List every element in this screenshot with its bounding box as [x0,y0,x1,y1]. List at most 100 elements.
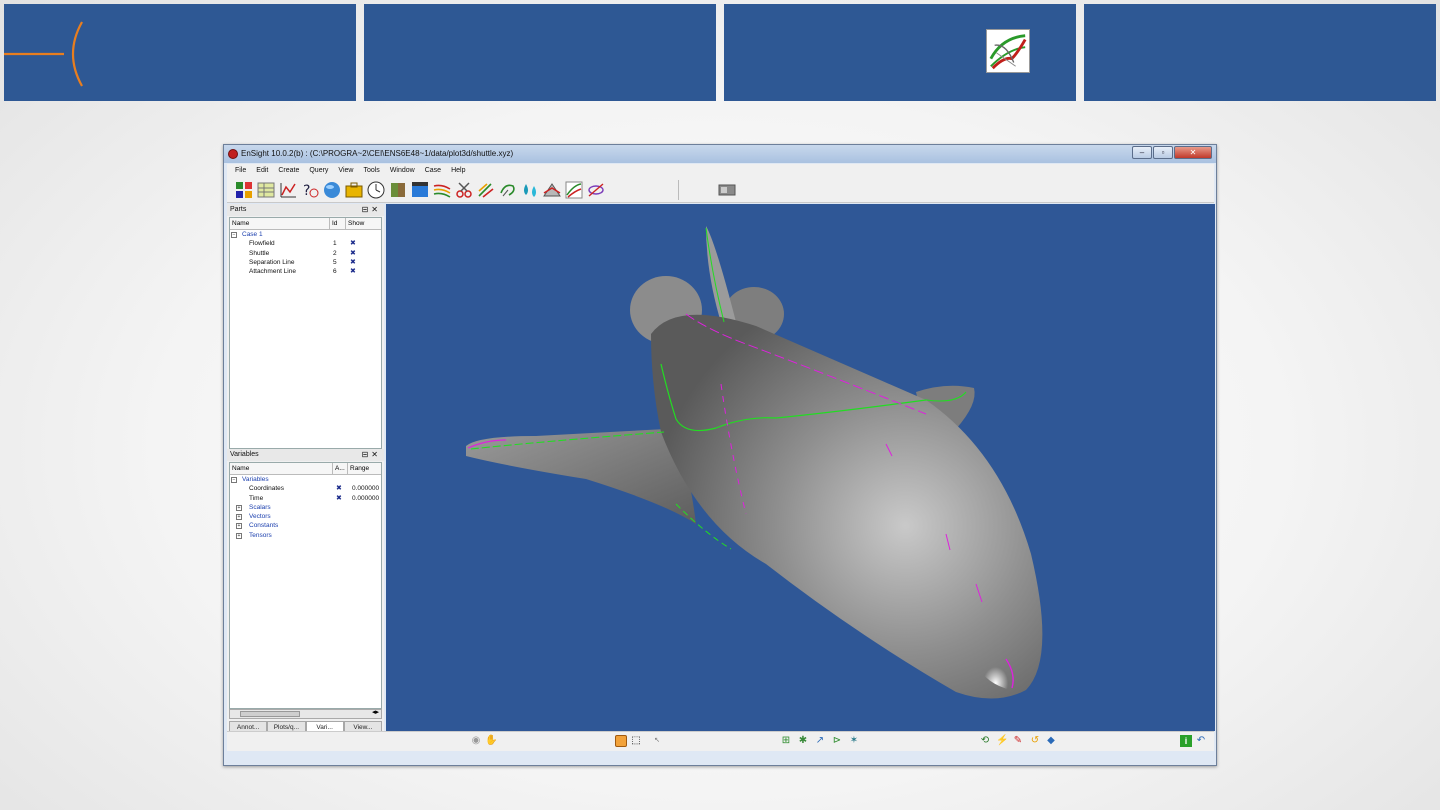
table-row[interactable]: Separation Line 5 ✖ [230,258,381,267]
book-icon[interactable] [388,180,408,200]
selection-tool-icon[interactable] [615,735,627,747]
light-icon[interactable]: ⚡ [996,735,1008,747]
visible-toggle-icon[interactable]: ✖ [350,249,356,258]
slide-header-band [4,4,1436,101]
parts-panel-title: Parts ⊟✕ [227,204,384,216]
variables-col-name[interactable]: Name [230,463,333,474]
particle-trace-icon[interactable] [564,180,584,200]
elevation-icon[interactable] [542,180,562,200]
parts-header-row: Name Id Show [230,218,381,230]
menu-view[interactable]: View [338,164,353,177]
axes-icon[interactable]: ✶ [848,735,860,747]
part-id: 1 [333,240,337,248]
tree-row-group[interactable]: + Vectors [230,512,381,521]
maximize-button[interactable]: ▫ [1153,146,1173,159]
parts-col-name[interactable]: Name [230,218,330,229]
menu-bar: File Edit Create Query View Tools Window… [227,164,1214,177]
table-icon[interactable] [256,180,276,200]
rotate-icon[interactable]: ✱ [797,735,809,747]
menu-file[interactable]: File [235,164,246,177]
toolbox-icon[interactable] [344,180,364,200]
sphere-icon[interactable] [322,180,342,200]
minimize-button[interactable]: – [1132,146,1152,159]
info-icon[interactable]: i [1180,735,1192,747]
droplets-icon[interactable] [520,180,540,200]
scroll-arrows-icon[interactable]: ◂▸ [372,708,379,716]
tree-row-group[interactable]: + Scalars [230,503,381,512]
clock-icon[interactable] [366,180,386,200]
zoom-box-icon[interactable]: ⊞ [780,735,792,747]
table-row[interactable]: Shuttle 2 ✖ [230,249,381,258]
toolbar-extra-icon[interactable] [717,180,737,200]
streamline-logo-icon [986,29,1030,73]
table-row[interactable]: Attachment Line 6 ✖ [230,267,381,276]
part-name: Attachment Line [249,268,296,276]
horizontal-scrollbar[interactable]: ◂▸ [229,709,382,719]
vector-arrows-icon[interactable] [476,180,496,200]
graphics-viewport[interactable] [386,204,1215,731]
expand-icon[interactable]: + [236,504,242,511]
parts-panel-buttons[interactable]: ⊟✕ [362,204,381,216]
isosurface-icon[interactable] [498,180,518,200]
variables-col-range[interactable]: Range [348,463,381,474]
menu-help[interactable]: Help [451,164,465,177]
cursor-icon[interactable]: ↖ [651,735,663,747]
parts-col-id[interactable]: Id [330,218,346,229]
table-row[interactable]: Flowfield 1 ✖ [230,239,381,248]
undo-view-icon[interactable]: ↺ [1029,735,1041,747]
record-icon[interactable]: ◉ [470,735,482,747]
tree-row-variables-root[interactable]: − Variables [230,475,381,484]
plot-icon[interactable] [278,180,298,200]
visible-toggle-icon[interactable]: ✖ [350,258,356,267]
table-row[interactable]: Coordinates ✖ 0.000000 [230,484,381,493]
translate-icon[interactable]: ↗ [814,735,826,747]
toolbar-separator [678,179,679,200]
shuttle-model-render[interactable] [386,204,1215,731]
view-reset-icon[interactable]: ⟲ [979,735,991,747]
window-title: EnSight 10.0.2(b) : (C:\PROGRA~2\CEI\ENS… [241,149,514,158]
menu-edit[interactable]: Edit [256,164,268,177]
menu-window[interactable]: Window [390,164,415,177]
menu-query[interactable]: Query [309,164,328,177]
part-id: 6 [333,268,337,276]
movie-icon[interactable] [410,180,430,200]
visible-toggle-icon[interactable]: ✖ [350,267,356,276]
parts-col-show[interactable]: Show [346,218,381,229]
probe-icon[interactable]: ✎ [1012,735,1024,747]
close-button[interactable]: ✕ [1174,146,1212,159]
part-name: Separation Line [249,258,295,266]
window-titlebar[interactable]: EnSight 10.0.2(b) : (C:\PROGRA~2\CEI\ENS… [224,145,1216,163]
hand-pan-icon[interactable]: ✋ [485,735,497,747]
menu-tools[interactable]: Tools [363,164,379,177]
variables-col-active[interactable]: A... [333,463,348,474]
menu-create[interactable]: Create [278,164,299,177]
active-toggle-icon[interactable]: ✖ [336,494,342,503]
expand-icon[interactable]: + [236,514,242,521]
streamline-icon[interactable] [432,180,452,200]
scrollbar-thumb[interactable] [240,711,300,717]
visible-toggle-icon[interactable]: ✖ [350,239,356,248]
scissors-icon[interactable] [454,180,474,200]
vortex-core-icon[interactable] [586,180,606,200]
undo-icon[interactable]: ↶ [1195,735,1207,747]
query-icon[interactable]: ? [300,180,320,200]
tree-row-group[interactable]: + Tensors [230,531,381,540]
flip-icon[interactable]: ⊳ [831,735,843,747]
active-toggle-icon[interactable]: ✖ [336,484,342,493]
group-label: Vectors [249,513,271,521]
expand-icon[interactable]: + [236,523,242,530]
tree-row-case[interactable]: − Case 1 [230,230,381,239]
variables-panel-buttons[interactable]: ⊟✕ [362,449,381,461]
header-segment-4 [1084,4,1436,101]
cube-view-icon[interactable]: ⬚ [630,735,642,747]
collapse-icon[interactable]: − [231,477,237,483]
orange-bracket-decoration [4,21,83,87]
menu-case[interactable]: Case [425,164,441,177]
tree-row-group[interactable]: + Constants [230,521,381,530]
arrow-options-icon[interactable]: ◆ [1045,735,1057,747]
expand-icon[interactable]: + [236,532,242,539]
parts-color-icon[interactable] [234,180,254,200]
collapse-icon[interactable]: − [231,232,237,238]
parts-tree: Name Id Show − Case 1 Flowfield 1 ✖ Shut… [229,217,382,449]
table-row[interactable]: Time ✖ 0.000000 [230,494,381,503]
